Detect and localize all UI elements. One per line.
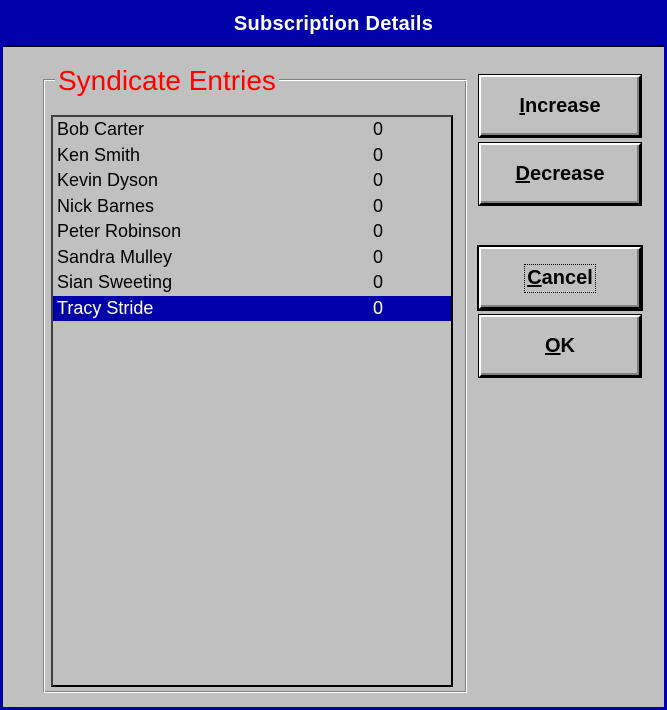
cancel-rest: ancel [541,266,593,289]
increase-rest: ncrease [524,94,601,117]
increase-button-label: Increase [519,95,600,118]
decrease-mnemonic: D [515,162,530,185]
ok-rest: K [560,334,575,357]
entry-count: 0 [373,221,384,241]
decrease-rest: ecrease [529,162,605,185]
list-item[interactable]: Kevin Dyson 0 [53,168,451,194]
list-item-selected[interactable]: Tracy Stride 0 [53,295,451,321]
entry-count: 0 [373,246,384,267]
list-item[interactable]: Peter Robinson 0 [53,219,451,245]
list-item[interactable]: Bob Carter 0 [53,117,451,143]
entry-name: Peter Robinson [57,221,182,241]
ok-button[interactable]: OK [478,314,642,378]
list-item[interactable]: Ken Smith 0 [53,143,451,169]
decrease-button-label: Decrease [516,163,605,186]
list-item[interactable]: Sandra Mulley 0 [53,245,451,271]
entry-count: 0 [373,144,384,165]
entry-count: 0 [373,272,384,292]
entry-name: Bob Carter [57,119,145,139]
cancel-button[interactable]: Cancel [477,245,643,311]
entry-count: 0 [373,195,384,216]
list-item[interactable]: Sian Sweeting 0 [53,270,451,296]
group-label: Syndicate Entries [55,67,279,95]
dialog-client-area: Syndicate Entries Bob Carter 0 Ken Smith… [3,47,664,707]
entry-count: 0 [373,170,384,190]
ok-button-label: OK [545,335,575,358]
entry-name: Ken Smith [57,144,141,165]
increase-button[interactable]: Increase [478,74,642,138]
entry-name: Nick Barnes [57,195,155,216]
entry-count: 0 [373,297,384,318]
entry-name: Sandra Mulley [57,246,173,267]
cancel-mnemonic: C [527,266,542,289]
syndicate-entries-listbox[interactable]: Bob Carter 0 Ken Smith 0 Kevin Dyson 0 N… [51,115,453,687]
list-item[interactable]: Nick Barnes 0 [53,194,451,220]
title-bar[interactable]: Subscription Details [3,3,664,47]
entry-count: 0 [373,119,384,139]
window-title: Subscription Details [233,12,434,35]
ok-mnemonic: O [544,334,561,357]
decrease-button[interactable]: Decrease [478,142,642,206]
entry-name: Sian Sweeting [57,272,173,292]
subscription-details-dialog: Subscription Details Syndicate Entries B… [0,0,667,710]
entry-name: Tracy Stride [57,297,154,318]
cancel-button-label: Cancel [524,263,596,293]
entry-name: Kevin Dyson [57,170,159,190]
